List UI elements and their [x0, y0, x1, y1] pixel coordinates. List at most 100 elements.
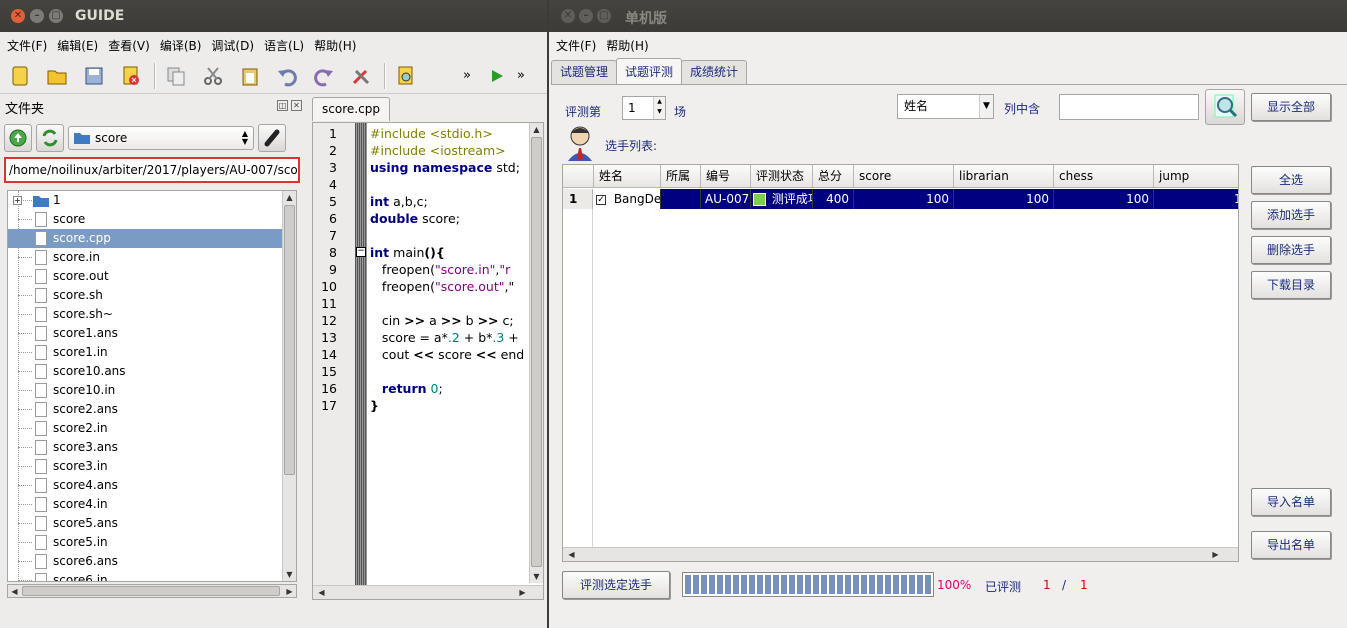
close-panel-icon[interactable]: ✕ [291, 100, 302, 111]
scroll-thumb[interactable] [531, 137, 542, 567]
code-text[interactable]: #include <stdio.h> #include <iostream> usi… [370, 125, 524, 414]
col-header-librarian[interactable]: librarian [954, 165, 1054, 188]
tree-file-item[interactable]: score.sh~ [8, 305, 296, 324]
tree-folder-item[interactable]: +1 [8, 191, 296, 210]
undo-icon[interactable] [273, 62, 301, 90]
toolbar-overflow-chevron[interactable]: » [463, 68, 471, 83]
delete-player-button[interactable]: 删除选手 [1251, 236, 1331, 264]
col-header-score[interactable]: score [854, 165, 954, 188]
scroll-right-icon[interactable]: ▶ [283, 585, 296, 598]
tree-file-item[interactable]: score6.ans [8, 552, 296, 571]
cell-id[interactable]: AU-007 [701, 189, 751, 209]
scroll-right-icon[interactable]: ▶ [1209, 548, 1222, 561]
tree-horizontal-scrollbar[interactable]: ◀ ▶ [7, 584, 297, 598]
col-header-jump[interactable]: jump [1154, 165, 1238, 188]
tree-file-item[interactable]: score.cpp [8, 229, 296, 248]
filter-input[interactable] [1059, 94, 1199, 120]
code-line[interactable]: using namespace std; [370, 159, 524, 176]
menu-help[interactable]: 帮助(H) [311, 37, 359, 54]
cut-icon[interactable] [199, 62, 227, 90]
cell-total[interactable]: 400 [813, 189, 854, 209]
cell-jump[interactable]: 100 [1154, 189, 1238, 209]
tree-file-item[interactable]: score1.in [8, 343, 296, 362]
code-line[interactable]: return 0; [370, 380, 524, 397]
tree-file-item[interactable]: score3.in [8, 457, 296, 476]
menu-file[interactable]: 文件(F) [553, 37, 599, 54]
scroll-left-icon[interactable]: ◀ [565, 548, 578, 561]
checkbox-checked-icon[interactable]: ✓ [596, 194, 606, 205]
hscroll-thumb[interactable] [22, 586, 280, 596]
code-line[interactable] [370, 363, 524, 380]
close-file-icon[interactable] [117, 62, 145, 90]
code-line[interactable] [370, 295, 524, 312]
sync-button[interactable] [36, 124, 64, 152]
scroll-left-icon[interactable]: ◀ [8, 585, 21, 598]
tree-file-item[interactable]: score6.in [8, 571, 296, 581]
bookmark-button[interactable] [258, 124, 286, 152]
tab-judge[interactable]: 试题评测 [616, 58, 683, 84]
tree-file-item[interactable]: score3.ans [8, 438, 296, 457]
close-window-button[interactable]: ✕ [11, 9, 25, 23]
col-header-id[interactable]: 编号 [701, 165, 751, 188]
round-spinbox[interactable]: 1 ▲ ▼ [622, 96, 666, 120]
code-line[interactable]: int a,b,c; [370, 193, 524, 210]
find-icon[interactable] [392, 62, 420, 90]
cell-status[interactable]: 测评成功 [751, 189, 813, 209]
cell-name[interactable]: ✓ BangDe [594, 189, 661, 209]
tree-file-item[interactable]: score.out [8, 267, 296, 286]
open-folder-icon[interactable] [43, 62, 71, 90]
tree-file-item[interactable]: score5.in [8, 533, 296, 552]
minimize-window-button[interactable]: – [579, 9, 593, 23]
run-icon[interactable] [483, 62, 511, 90]
scroll-left-icon[interactable]: ◀ [315, 586, 328, 599]
col-header-group[interactable]: 所属 [661, 165, 701, 188]
scroll-down-icon[interactable]: ▼ [530, 570, 543, 583]
tree-file-item[interactable]: score1.ans [8, 324, 296, 343]
tools-icon[interactable] [347, 62, 375, 90]
select-all-button[interactable]: 全选 [1251, 166, 1331, 194]
go-up-button[interactable] [4, 124, 32, 152]
tree-file-item[interactable]: score10.in [8, 381, 296, 400]
tree-file-item[interactable]: score4.ans [8, 476, 296, 495]
scroll-down-icon[interactable]: ▼ [283, 568, 296, 581]
code-line[interactable]: int main(){ [370, 244, 524, 261]
tree-file-item[interactable]: score.sh [8, 286, 296, 305]
menu-edit[interactable]: 编辑(E) [54, 37, 101, 54]
toolbar-overflow-chevron-2[interactable]: » [517, 68, 525, 83]
editor-tab[interactable]: score.cpp [312, 97, 390, 121]
cell-group[interactable] [661, 189, 701, 209]
code-editor[interactable]: 1 2 3 4 5 6 7 8 9 10 11 12 13 14 15 16 17 − #include <st… [312, 122, 544, 600]
paste-icon[interactable] [236, 62, 264, 90]
add-player-button[interactable]: 添加选手 [1251, 201, 1331, 229]
code-line[interactable]: #include <stdio.h> [370, 125, 524, 142]
new-file-icon[interactable] [6, 62, 34, 90]
fold-collapse-icon[interactable]: − [356, 247, 366, 257]
tab-problem-manage[interactable]: 试题管理 [551, 60, 618, 84]
spin-arrows-icon[interactable]: ▲ ▼ [653, 97, 665, 119]
tree-file-item[interactable]: score2.ans [8, 400, 296, 419]
menu-file[interactable]: 文件(F) [4, 37, 50, 54]
col-header-chess[interactable]: chess [1054, 165, 1154, 188]
code-line[interactable]: freopen("score.out"," [370, 278, 524, 295]
code-line[interactable]: score = a*.2 + b*.3 + [370, 329, 524, 346]
maximize-window-button[interactable]: □ [49, 9, 63, 23]
menu-help[interactable]: 帮助(H) [603, 37, 651, 54]
scroll-right-icon[interactable]: ▶ [516, 586, 529, 599]
copy-icon[interactable] [162, 62, 190, 90]
path-field[interactable]: /home/noilinux/arbiter/2017/players/AU-0… [4, 157, 300, 183]
tree-file-item[interactable]: score2.in [8, 419, 296, 438]
col-header-status[interactable]: 评测状态 [751, 165, 813, 188]
close-window-button[interactable]: ✕ [561, 9, 575, 23]
search-button[interactable] [1205, 89, 1245, 125]
cell-librarian[interactable]: 100 [954, 189, 1054, 209]
code-line[interactable]: double score; [370, 210, 524, 227]
cell-score[interactable]: 100 [854, 189, 954, 209]
show-all-button[interactable]: 显示全部 [1251, 93, 1331, 121]
expand-icon[interactable]: + [13, 196, 22, 205]
editor-vertical-scrollbar[interactable]: ▲ ▼ [529, 123, 543, 583]
row-index[interactable]: 1 [563, 189, 593, 209]
code-line[interactable]: cout << score << end [370, 346, 524, 363]
folder-combo[interactable]: score ▲ ▼ [68, 126, 254, 150]
col-header-total[interactable]: 总分 [813, 165, 854, 188]
col-header-name[interactable]: 姓名 [594, 165, 661, 188]
